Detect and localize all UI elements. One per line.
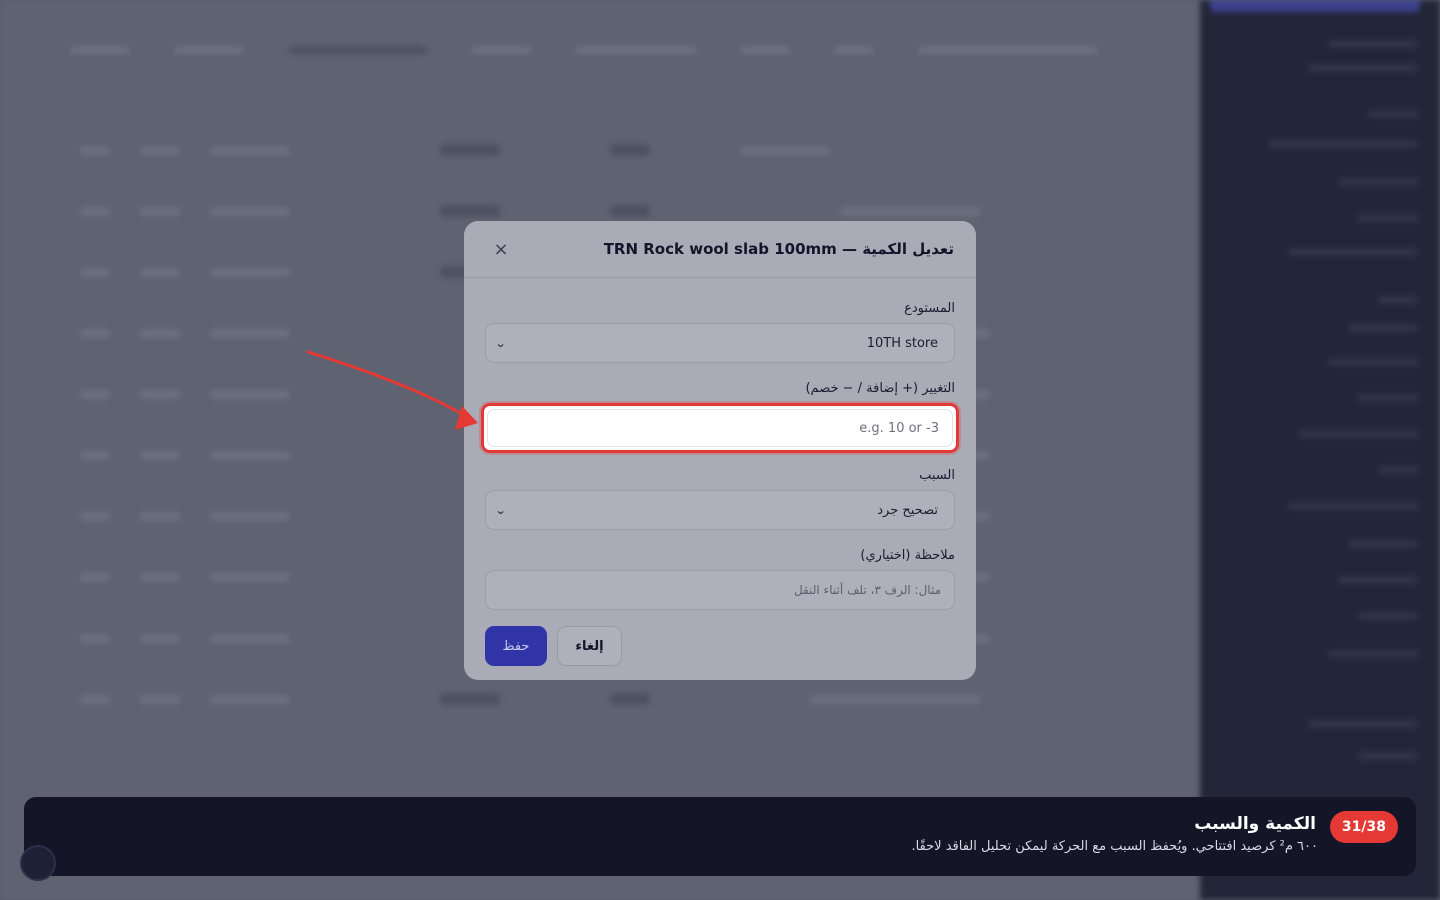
warehouse-label: المستودع <box>904 301 955 316</box>
dialog-body: المستودع 10TH store ⌄ التغيير (+ إضافة /… <box>464 278 976 666</box>
dialog-title: تعديل الكمية — TRN Rock wool slab 100mm <box>603 240 954 258</box>
tour-step-badge: 31/38 <box>1329 811 1398 843</box>
chevron-down-icon: ⌄ <box>494 336 507 350</box>
reason-select[interactable]: تصحيح جرد ⌄ <box>485 490 955 530</box>
tour-description: ٦٠٠ م² كرصيد افتتاحي. ويُحفظ السبب مع ال… <box>911 839 1318 854</box>
tour-panel: 31/38 الكمية والسبب ٦٠٠ م² كرصيد افتتاحي… <box>24 797 1416 876</box>
change-quantity-input[interactable] <box>487 409 953 447</box>
warehouse-value: 10TH store <box>866 335 938 351</box>
change-label: التغيير (+ إضافة / − خصم) <box>805 381 955 396</box>
warehouse-select[interactable]: 10TH store ⌄ <box>485 323 955 363</box>
reason-label: السبب <box>919 468 955 483</box>
note-placeholder: مثال: الرف ٣، تلف أثناء النقل <box>793 583 941 597</box>
help-icon[interactable] <box>20 845 56 881</box>
tour-title: الكمية والسبب <box>1194 814 1316 834</box>
change-field-highlight <box>481 403 959 453</box>
note-label: ملاحظة (اختياري) <box>860 548 955 563</box>
reason-value: تصحيح جرد <box>877 502 938 518</box>
close-icon[interactable]: × <box>488 236 514 262</box>
dialog-actions: حفظ إلغاء <box>485 626 955 666</box>
adjust-quantity-dialog: تعديل الكمية — TRN Rock wool slab 100mm … <box>464 221 976 680</box>
note-input[interactable]: مثال: الرف ٣، تلف أثناء النقل <box>485 570 955 610</box>
save-button[interactable]: حفظ <box>485 626 547 666</box>
cancel-button[interactable]: إلغاء <box>557 626 622 666</box>
dialog-header: تعديل الكمية — TRN Rock wool slab 100mm … <box>464 221 976 278</box>
chevron-down-icon: ⌄ <box>494 503 507 517</box>
